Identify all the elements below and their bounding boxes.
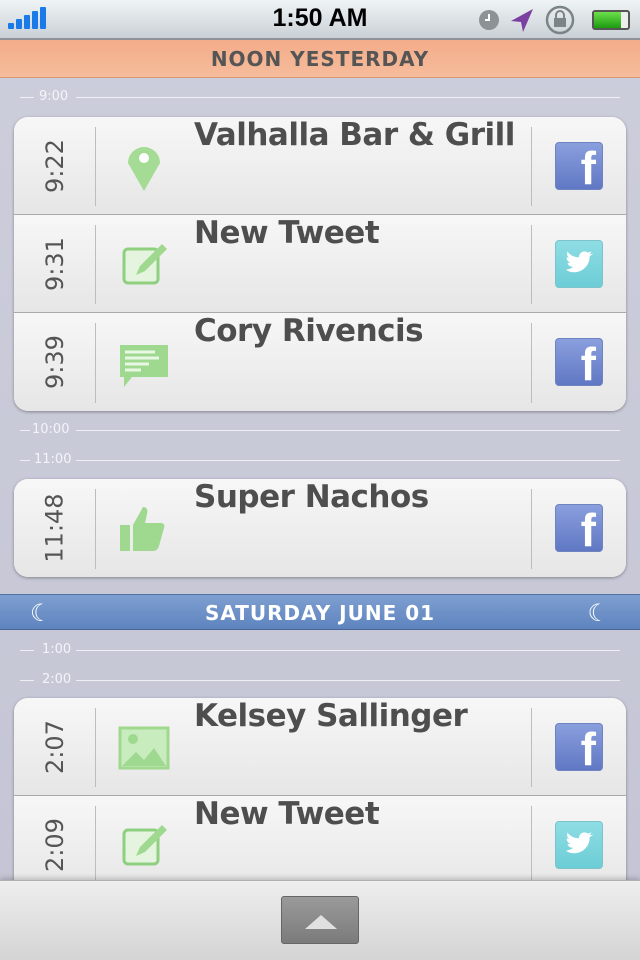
entry-time: 2:09 bbox=[40, 818, 69, 872]
entry-time: 9:22 bbox=[40, 139, 69, 193]
section-header-noon-yesterday: NOON YESTERDAY bbox=[0, 40, 640, 78]
entry-title: New Tweet bbox=[194, 215, 380, 251]
section-header-label: SATURDAY JUNE 01 bbox=[204, 601, 436, 625]
thumbs-up-icon bbox=[120, 507, 165, 551]
bottom-toolbar bbox=[0, 880, 640, 960]
facebook-icon[interactable]: f bbox=[555, 723, 603, 775]
moon-icon: ☾ bbox=[30, 599, 53, 627]
scroll-up-button[interactable] bbox=[281, 896, 359, 944]
hour-marker: 9:00 bbox=[20, 90, 620, 104]
timeline-entry[interactable]: 9:22 Valhalla Bar & Grill f bbox=[14, 117, 626, 215]
entry-title: Cory Rivencis bbox=[194, 313, 424, 349]
twitter-icon[interactable] bbox=[555, 821, 603, 869]
rotation-lock-icon bbox=[545, 5, 575, 35]
timeline-entry[interactable]: 2:07 Kelsey Sallinger f bbox=[14, 698, 626, 796]
entry-time: 9:39 bbox=[40, 335, 69, 389]
facebook-icon[interactable]: f bbox=[555, 338, 603, 390]
entry-title: Super Nachos bbox=[194, 479, 429, 515]
entry-title: Valhalla Bar & Grill bbox=[194, 117, 515, 153]
location-arrow-icon bbox=[511, 9, 533, 32]
timeline-entry[interactable]: 11:48 Super Nachos f bbox=[14, 479, 626, 577]
timeline-card: 9:22 Valhalla Bar & Grill f 9:31 New Twe… bbox=[14, 117, 626, 411]
battery-icon bbox=[592, 10, 630, 30]
status-bar: 1:50 AM bbox=[0, 0, 640, 40]
timeline-entry[interactable]: 9:31 New Tweet bbox=[14, 215, 626, 313]
entry-title: New Tweet bbox=[194, 796, 380, 832]
entry-time: 2:07 bbox=[40, 720, 69, 774]
entry-time: 11:48 bbox=[40, 493, 69, 563]
timeline-entry[interactable]: 9:39 Cory Rivencis f bbox=[14, 313, 626, 411]
compose-icon bbox=[122, 825, 167, 866]
hour-marker: 2:00 bbox=[20, 673, 620, 687]
entry-time: 9:31 bbox=[40, 237, 69, 291]
facebook-icon[interactable]: f bbox=[555, 142, 603, 194]
entry-title: Kelsey Sallinger bbox=[194, 698, 468, 734]
twitter-icon[interactable] bbox=[555, 240, 603, 288]
section-header-saturday: ☾ SATURDAY JUNE 01 ☾ bbox=[0, 594, 640, 630]
timeline-card: 11:48 Super Nachos f bbox=[14, 479, 626, 577]
photo-icon bbox=[118, 726, 170, 770]
compose-icon bbox=[122, 244, 167, 285]
hour-marker: 10:00 bbox=[20, 423, 620, 437]
message-icon bbox=[120, 345, 168, 387]
hour-marker: 11:00 bbox=[20, 453, 620, 467]
arrow-up-icon bbox=[305, 915, 337, 929]
clock-icon bbox=[479, 10, 499, 30]
hour-marker: 1:00 bbox=[20, 643, 620, 657]
timeline-card: 2:07 Kelsey Sallinger f 2:09 New Tweet bbox=[14, 698, 626, 894]
map-pin-icon bbox=[128, 147, 160, 191]
moon-icon: ☾ bbox=[587, 599, 610, 627]
facebook-icon[interactable]: f bbox=[555, 504, 603, 556]
